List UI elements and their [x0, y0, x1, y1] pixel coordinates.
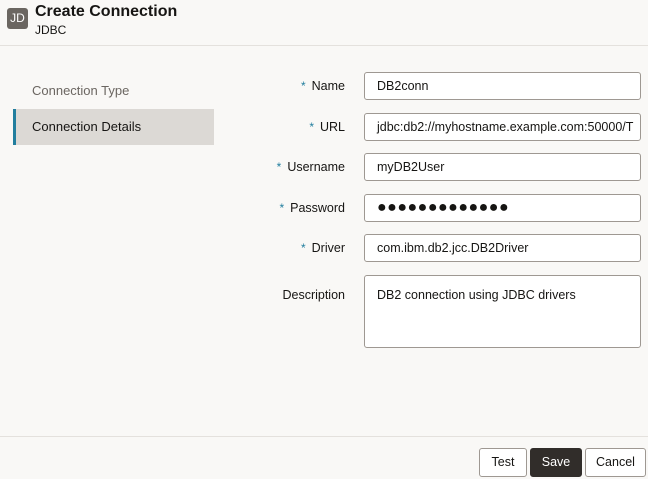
dialog-footer: Test Save Cancel	[0, 436, 648, 479]
driver-row: * Driver com.ibm.db2.jcc.DB2Driver	[230, 234, 641, 262]
dialog-header: JD Create Connection JDBC	[0, 0, 648, 46]
connection-type-badge: JD	[7, 8, 28, 29]
cancel-button[interactable]: Cancel	[585, 448, 646, 477]
test-button[interactable]: Test	[479, 448, 527, 477]
description-textarea[interactable]: DB2 connection using JDBC drivers	[364, 275, 641, 348]
name-row: * Name DB2conn	[230, 72, 641, 100]
username-row: * Username myDB2User	[230, 153, 641, 181]
url-row: * URL jdbc:db2://myhostname.example.com:5…	[230, 113, 641, 141]
username-label: * Username	[276, 160, 345, 174]
description-row: Description DB2 connection using JDBC dr…	[230, 275, 641, 348]
page-subtitle: JDBC	[35, 23, 67, 37]
url-label: * URL	[309, 120, 345, 134]
wizard-steps: Connection Type Connection Details	[13, 73, 214, 145]
driver-label: * Driver	[300, 241, 345, 255]
password-label: * Password	[279, 201, 345, 215]
required-marker: *	[300, 79, 306, 93]
driver-input[interactable]: com.ibm.db2.jcc.DB2Driver	[364, 234, 641, 262]
save-button[interactable]: Save	[530, 448, 582, 477]
username-input[interactable]: myDB2User	[364, 153, 641, 181]
description-label: Description	[282, 288, 345, 302]
name-label: * Name	[300, 79, 345, 93]
required-marker: *	[300, 241, 306, 255]
name-input[interactable]: DB2conn	[364, 72, 641, 100]
password-input[interactable]: ●●●●●●●●●●●●●	[364, 194, 641, 222]
required-marker: *	[309, 120, 314, 134]
sidebar-item-connection-details[interactable]: Connection Details	[13, 109, 214, 145]
required-marker: *	[279, 201, 285, 215]
sidebar-item-connection-type[interactable]: Connection Type	[13, 73, 214, 109]
url-input[interactable]: jdbc:db2://myhostname.example.com:50000/…	[364, 113, 641, 141]
page-title: Create Connection	[35, 3, 178, 20]
required-marker: *	[276, 160, 282, 174]
password-row: * Password ●●●●●●●●●●●●●	[230, 194, 641, 222]
